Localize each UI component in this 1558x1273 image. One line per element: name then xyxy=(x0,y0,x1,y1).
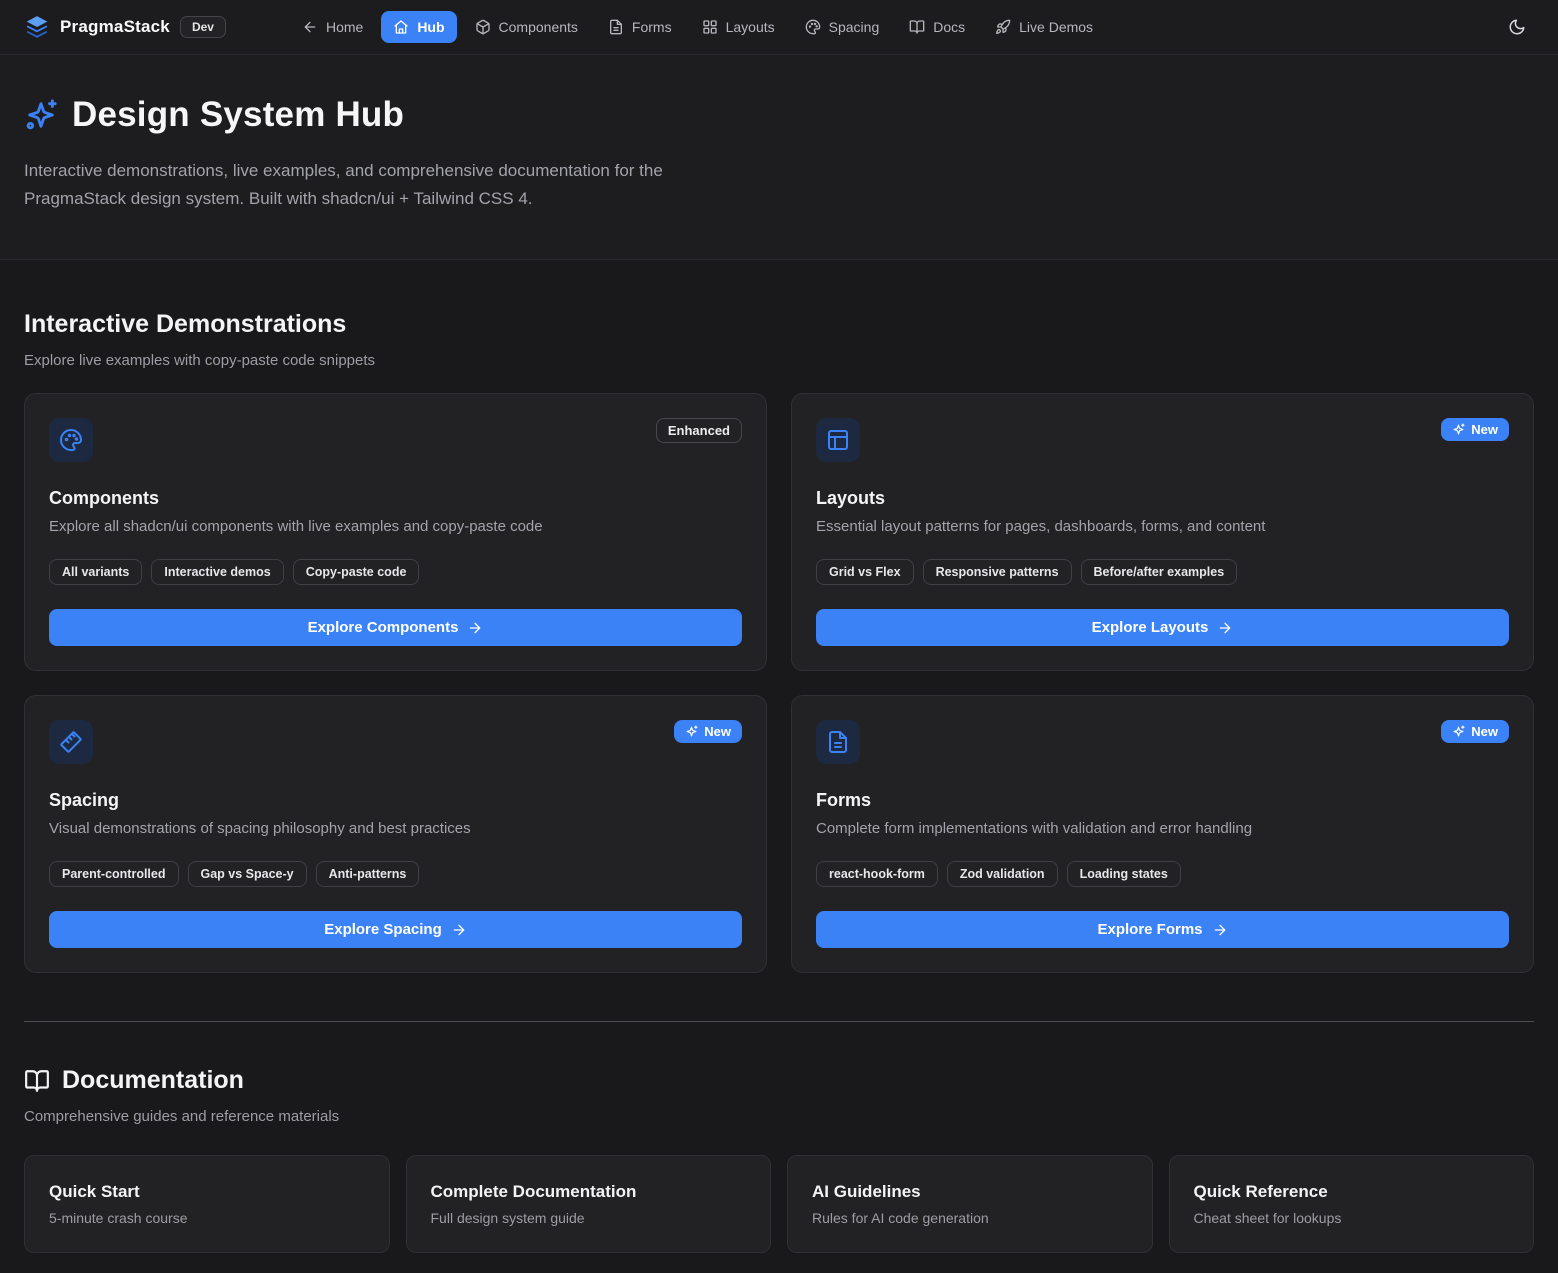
card-title: Forms xyxy=(816,790,1509,811)
docs-section-title: Documentation xyxy=(24,1066,1534,1095)
demos-section-header: Interactive Demonstrations Explore live … xyxy=(24,260,1534,369)
doc-card-quick-start[interactable]: Quick Start 5-minute crash course xyxy=(24,1155,390,1253)
doc-card-title: Quick Reference xyxy=(1194,1182,1510,1202)
arrow-right-icon xyxy=(1212,922,1228,938)
sparkles-icon xyxy=(685,725,698,738)
tag: Loading states xyxy=(1067,861,1181,887)
file-text-icon xyxy=(816,720,860,764)
sparkles-icon xyxy=(1452,725,1465,738)
tag: Gap vs Space-y xyxy=(188,861,307,887)
doc-card-title: Complete Documentation xyxy=(431,1182,747,1202)
box-icon xyxy=(475,19,491,35)
tag: Anti-patterns xyxy=(316,861,420,887)
palette-icon xyxy=(805,19,821,35)
nav-item-spacing[interactable]: Spacing xyxy=(793,11,892,43)
book-open-icon xyxy=(24,1068,50,1094)
demos-section-subtitle: Explore live examples with copy-paste co… xyxy=(24,352,1534,369)
demos-section-title: Interactive Demonstrations xyxy=(24,310,1534,339)
panels-top-left-icon xyxy=(816,418,860,462)
nav-item-forms[interactable]: Forms xyxy=(596,11,684,43)
tag: Grid vs Flex xyxy=(816,559,914,585)
palette-icon xyxy=(49,418,93,462)
doc-card-subtitle: 5-minute crash course xyxy=(49,1210,365,1226)
tag: All variants xyxy=(49,559,142,585)
nav-item-layouts[interactable]: Layouts xyxy=(690,11,787,43)
tag: Copy-paste code xyxy=(293,559,420,585)
nav-item-docs[interactable]: Docs xyxy=(897,11,977,43)
card-description: Essential layout patterns for pages, das… xyxy=(816,518,1509,535)
doc-card-title: Quick Start xyxy=(49,1182,365,1202)
env-badge: Dev xyxy=(180,16,226,38)
nav-item-hub[interactable]: Hub xyxy=(381,11,456,43)
doc-card-grid: Quick Start 5-minute crash course Comple… xyxy=(24,1155,1534,1253)
layers-icon xyxy=(24,14,50,40)
explore-forms-button[interactable]: Explore Forms xyxy=(816,911,1509,948)
nav-item-live-demos[interactable]: Live Demos xyxy=(983,11,1105,43)
new-badge: New xyxy=(674,720,742,743)
doc-card-subtitle: Rules for AI code generation xyxy=(812,1210,1128,1226)
nav-item-home[interactable]: Home xyxy=(290,11,375,43)
card-title: Components xyxy=(49,488,742,509)
page-title: Design System Hub xyxy=(72,95,404,135)
file-text-icon xyxy=(608,19,624,35)
moon-icon xyxy=(1508,18,1526,36)
card-description: Complete form implementations with valid… xyxy=(816,820,1509,837)
demo-card-spacing: New Spacing Visual demonstrations of spa… xyxy=(24,695,767,973)
doc-card-subtitle: Cheat sheet for lookups xyxy=(1194,1210,1510,1226)
top-navbar: PragmaStack Dev Home Hub Components Fo xyxy=(0,0,1558,55)
tag: Parent-controlled xyxy=(49,861,179,887)
card-title: Layouts xyxy=(816,488,1509,509)
tag: react-hook-form xyxy=(816,861,938,887)
doc-card-subtitle: Full design system guide xyxy=(431,1210,747,1226)
card-description: Visual demonstrations of spacing philoso… xyxy=(49,820,742,837)
explore-components-button[interactable]: Explore Components xyxy=(49,609,742,646)
doc-card-quick-reference[interactable]: Quick Reference Cheat sheet for lookups xyxy=(1169,1155,1535,1253)
brand[interactable]: PragmaStack Dev xyxy=(24,14,226,40)
demo-card-components: Enhanced Components Explore all shadcn/u… xyxy=(24,393,767,671)
main-nav: Home Hub Components Forms Layouts xyxy=(290,11,1105,43)
ruler-icon xyxy=(49,720,93,764)
arrow-right-icon xyxy=(451,922,467,938)
main-content: Interactive Demonstrations Explore live … xyxy=(0,260,1558,1253)
doc-card-ai-guidelines[interactable]: AI Guidelines Rules for AI code generati… xyxy=(787,1155,1153,1253)
brand-name: PragmaStack xyxy=(60,17,170,37)
docs-section-subtitle: Comprehensive guides and reference mater… xyxy=(24,1108,1534,1125)
sparkles-icon xyxy=(24,98,58,132)
card-title: Spacing xyxy=(49,790,742,811)
docs-section-header: Documentation Comprehensive guides and r… xyxy=(24,1022,1534,1125)
demo-card-layouts: New Layouts Essential layout patterns fo… xyxy=(791,393,1534,671)
hero-section: Design System Hub Interactive demonstrat… xyxy=(0,55,1558,260)
layout-grid-icon xyxy=(702,19,718,35)
page-description: Interactive demonstrations, live example… xyxy=(24,157,769,213)
arrow-right-icon xyxy=(1217,620,1233,636)
arrow-right-icon xyxy=(467,620,483,636)
rocket-icon xyxy=(995,19,1011,35)
new-badge: New xyxy=(1441,720,1509,743)
nav-item-components[interactable]: Components xyxy=(463,11,590,43)
demo-card-grid: Enhanced Components Explore all shadcn/u… xyxy=(24,393,1534,973)
new-badge: New xyxy=(1441,418,1509,441)
sparkles-icon xyxy=(1452,423,1465,436)
explore-spacing-button[interactable]: Explore Spacing xyxy=(49,911,742,948)
status-badge: Enhanced xyxy=(656,418,742,443)
explore-layouts-button[interactable]: Explore Layouts xyxy=(816,609,1509,646)
tag: Interactive demos xyxy=(151,559,283,585)
tag: Responsive patterns xyxy=(923,559,1072,585)
doc-card-complete-documentation[interactable]: Complete Documentation Full design syste… xyxy=(406,1155,772,1253)
doc-card-title: AI Guidelines xyxy=(812,1182,1128,1202)
tag: Before/after examples xyxy=(1081,559,1238,585)
arrow-left-icon xyxy=(302,19,318,35)
tag: Zod validation xyxy=(947,861,1058,887)
book-open-icon xyxy=(909,19,925,35)
home-icon xyxy=(393,19,409,35)
card-description: Explore all shadcn/ui components with li… xyxy=(49,518,742,535)
demo-card-forms: New Forms Complete form implementations … xyxy=(791,695,1534,973)
theme-toggle-button[interactable] xyxy=(1500,10,1534,44)
